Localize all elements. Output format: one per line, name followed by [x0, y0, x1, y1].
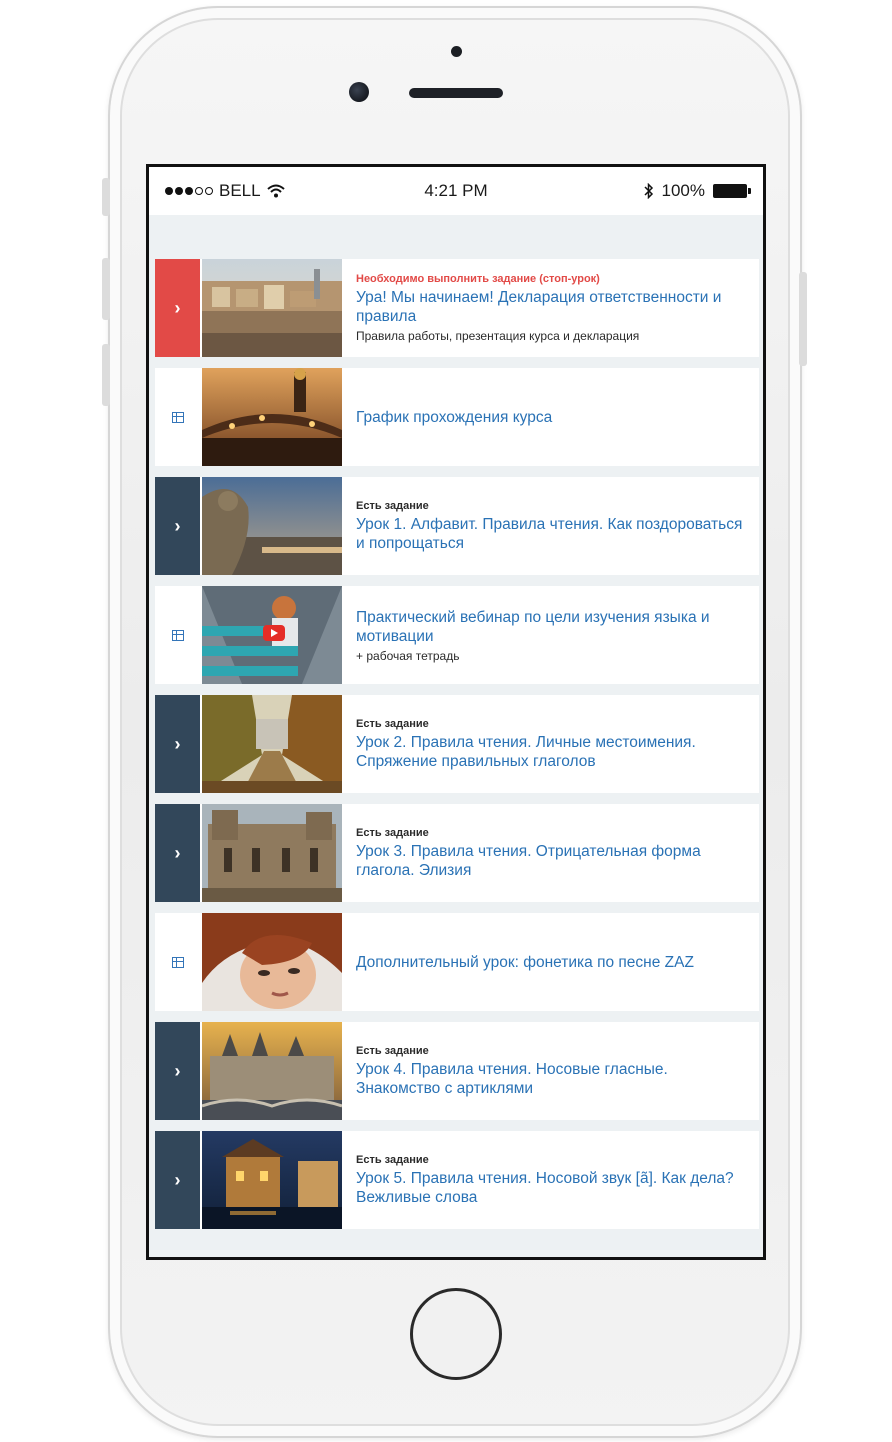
lesson-title-link[interactable]: Урок 3. Правила чтения. Отрицательная фо…	[356, 842, 743, 880]
course-lesson-list: › Необходимо выполнить задание (стоп-урок…	[155, 259, 759, 1240]
bluetooth-icon	[643, 183, 653, 199]
front-camera	[349, 82, 369, 102]
phone-screen: BELL 4:21 PM 100% › Необходимо выполнить …	[146, 164, 766, 1260]
earpiece-speaker	[409, 88, 503, 98]
chevron-right-icon: ›	[155, 477, 200, 575]
chevron-right-icon: ›	[155, 1131, 200, 1229]
lesson-row[interactable]: › Есть задание Урок 2. Правила чтения. Лич…	[155, 695, 759, 793]
table-icon	[171, 629, 184, 641]
chevron-right-icon: ›	[155, 259, 200, 357]
row-indicator	[155, 368, 200, 466]
has-task-label: Есть задание	[356, 826, 429, 839]
lesson-text: Есть задание Урок 3. Правила чтения. Отри…	[356, 804, 743, 902]
status-bar: BELL 4:21 PM 100%	[149, 167, 763, 215]
lesson-thumbnail	[202, 586, 342, 684]
proximity-sensor	[451, 46, 462, 57]
table-icon	[171, 411, 184, 423]
has-task-label: Есть задание	[356, 717, 429, 730]
volume-down-button	[102, 344, 110, 406]
battery-icon	[713, 184, 751, 198]
lesson-title-link[interactable]: Ура! Мы начинаем! Декларация ответственн…	[356, 288, 743, 326]
lesson-title-link[interactable]: Урок 5. Правила чтения. Носовой звук [ã]…	[356, 1169, 743, 1207]
row-indicator	[155, 586, 200, 684]
status-right: 100%	[643, 181, 751, 201]
row-indicator	[155, 913, 200, 1011]
volume-up-button	[102, 258, 110, 320]
lesson-text: График прохождения курса	[356, 368, 743, 466]
table-icon	[171, 956, 184, 968]
has-task-label: Есть задание	[356, 499, 429, 512]
has-task-label: Есть задание	[356, 1044, 429, 1057]
lesson-thumbnail	[202, 368, 342, 466]
home-button[interactable]	[410, 1288, 502, 1380]
power-button	[799, 272, 807, 366]
lesson-row[interactable]: График прохождения курса	[155, 368, 759, 466]
lesson-thumbnail	[202, 1131, 342, 1229]
video-play-icon	[263, 625, 285, 641]
lesson-thumbnail	[202, 695, 342, 793]
has-task-label: Есть задание	[356, 1153, 429, 1166]
lesson-title-link[interactable]: Урок 4. Правила чтения. Носовые гласные.…	[356, 1060, 743, 1098]
lesson-row[interactable]: › Необходимо выполнить задание (стоп-урок…	[155, 259, 759, 357]
mute-switch	[102, 178, 110, 216]
lesson-text: Есть задание Урок 1. Алфавит. Правила чте…	[356, 477, 743, 575]
lesson-thumbnail	[202, 477, 342, 575]
stop-lesson-label: Необходимо выполнить задание (стоп-урок)	[356, 273, 600, 285]
lesson-text: Есть задание Урок 2. Правила чтения. Личн…	[356, 695, 743, 793]
lesson-title-link[interactable]: Дополнительный урок: фонетика по песне Z…	[356, 953, 743, 972]
lesson-row[interactable]: › Есть задание Урок 3. Правила чтения. Отр…	[155, 804, 759, 902]
lesson-text: Необходимо выполнить задание (стоп-урок)…	[356, 259, 743, 357]
lesson-text: Есть задание Урок 5. Правила чтения. Носо…	[356, 1131, 743, 1229]
lesson-text: Есть задание Урок 4. Правила чтения. Носо…	[356, 1022, 743, 1120]
lesson-title-link[interactable]: Практический вебинар по цели изучения яз…	[356, 608, 743, 646]
lesson-thumbnail	[202, 259, 342, 357]
lesson-thumbnail	[202, 804, 342, 902]
chevron-right-icon: ›	[155, 804, 200, 902]
lesson-text: Практический вебинар по цели изучения яз…	[356, 586, 743, 684]
lesson-title-link[interactable]: Урок 2. Правила чтения. Личные местоимен…	[356, 733, 743, 771]
battery-percent: 100%	[661, 181, 705, 200]
chevron-right-icon: ›	[155, 1022, 200, 1120]
lesson-row[interactable]: › Есть задание Урок 4. Правила чтения. Нос…	[155, 1022, 759, 1120]
lesson-thumbnail	[202, 913, 342, 1011]
lesson-subtitle: + рабочая тетрадь	[356, 648, 460, 663]
lesson-title-link[interactable]: График прохождения курса	[356, 408, 743, 427]
lesson-subtitle: Правила работы, презентация курса и декл…	[356, 329, 640, 343]
chevron-right-icon: ›	[155, 695, 200, 793]
lesson-title-link[interactable]: Урок 1. Алфавит. Правила чтения. Как поз…	[356, 515, 743, 553]
lesson-row[interactable]: › Есть задание Урок 5. Правила чтения. Нос…	[155, 1131, 759, 1229]
lesson-row[interactable]: Практический вебинар по цели изучения яз…	[155, 586, 759, 684]
lesson-row[interactable]: › Есть задание Урок 1. Алфавит. Правила чт…	[155, 477, 759, 575]
lesson-thumbnail	[202, 1022, 342, 1120]
lesson-row[interactable]: Дополнительный урок: фонетика по песне Z…	[155, 913, 759, 1011]
lesson-text: Дополнительный урок: фонетика по песне Z…	[356, 913, 743, 1011]
